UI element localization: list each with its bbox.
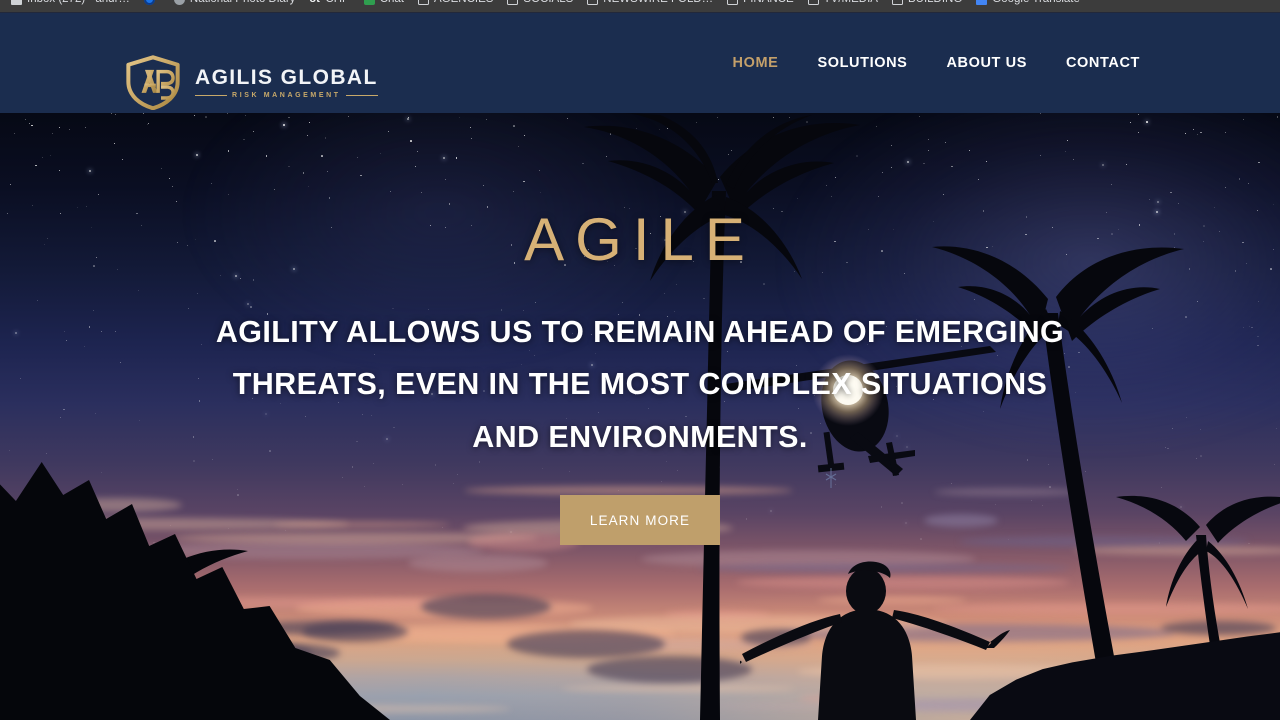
- blue-circle-icon: [143, 0, 155, 5]
- folder-icon: [587, 0, 599, 5]
- folder-icon: [727, 0, 739, 5]
- hero-section: AGILE AGILITY ALLOWS US TO REMAIN AHEAD …: [0, 113, 1280, 720]
- folder-icon: [507, 0, 519, 5]
- folder-icon: [807, 0, 819, 5]
- bookmark-label: Inbox (272) - andr…: [27, 0, 130, 5]
- bookmark-item[interactable]: Inbox (272) - andr…: [4, 0, 137, 12]
- bookmark-label: Chat: [380, 0, 404, 5]
- hero-subtitle: AGILITY ALLOWS US TO REMAIN AHEAD OF EME…: [215, 315, 1065, 454]
- mail-icon: [11, 0, 22, 5]
- brand-tagline: RISK MANAGEMENT: [232, 91, 341, 99]
- bookmark-item[interactable]: NEWSWIRE FOLD…: [580, 0, 720, 12]
- bookmark-item[interactable]: TV/MEDIA: [801, 0, 885, 12]
- hero-content: AGILE AGILITY ALLOWS US TO REMAIN AHEAD …: [0, 113, 1280, 720]
- ot-text-icon: ot: [309, 0, 320, 5]
- browser-bookmarks-bar[interactable]: Inbox (272) - andr… National Photo Diary…: [0, 0, 1280, 13]
- google-translate-icon: [976, 0, 988, 5]
- tagline-rule-right: [345, 94, 378, 96]
- site-header: AGILIS GLOBAL RISK MANAGEMENT HOME SOLUT…: [0, 13, 1280, 113]
- bookmark-item[interactable]: BUILDING: [885, 0, 969, 12]
- chat-icon: [363, 0, 375, 5]
- nav-link-solutions[interactable]: SOLUTIONS: [817, 55, 907, 71]
- brand-text-block: AGILIS GLOBAL RISK MANAGEMENT: [195, 67, 378, 99]
- tagline-rule-left: [195, 94, 228, 96]
- learn-more-button[interactable]: LEARN MORE: [560, 495, 720, 546]
- bookmark-item[interactable]: FINANCE: [720, 0, 800, 12]
- brand-name: AGILIS GLOBAL: [195, 65, 378, 89]
- bookmark-item[interactable]: ot CHP: [302, 0, 356, 12]
- folder-icon: [417, 0, 429, 5]
- bookmark-label: National Photo Diary: [190, 0, 295, 5]
- bookmark-label: Google Translate: [992, 0, 1080, 5]
- bookmark-label: NEWSWIRE FOLD…: [603, 0, 713, 5]
- nav-link-home[interactable]: HOME: [733, 55, 779, 71]
- bookmark-label: FINANCE: [743, 0, 793, 5]
- bookmark-label: TV/MEDIA: [824, 0, 878, 5]
- bookmark-item[interactable]: [137, 0, 167, 12]
- hero-title: AGILE: [524, 206, 756, 273]
- shield-monogram-icon: [126, 55, 180, 110]
- bookmark-label: BUILDING: [908, 0, 962, 5]
- bookmark-label: SOCIALS: [523, 0, 573, 5]
- brand-logo-link[interactable]: AGILIS GLOBAL RISK MANAGEMENT: [124, 55, 378, 110]
- nav-link-about-us[interactable]: ABOUT US: [946, 55, 1027, 71]
- main-navigation: HOME SOLUTIONS ABOUT US CONTACT: [733, 13, 1140, 113]
- bookmark-item[interactable]: Google Translate: [969, 0, 1087, 12]
- bookmark-label: CHP: [325, 0, 349, 5]
- brand-tagline-row: RISK MANAGEMENT: [195, 92, 378, 99]
- bookmark-label: AGENCIES: [434, 0, 493, 5]
- bookmark-item[interactable]: National Photo Diary: [167, 0, 302, 12]
- bookmark-item[interactable]: SOCIALS: [500, 0, 580, 12]
- folder-icon: [891, 0, 903, 5]
- globe-icon: [173, 0, 185, 5]
- bookmark-item[interactable]: AGENCIES: [411, 0, 500, 12]
- bookmark-item[interactable]: Chat: [357, 0, 411, 12]
- nav-link-contact[interactable]: CONTACT: [1066, 55, 1140, 71]
